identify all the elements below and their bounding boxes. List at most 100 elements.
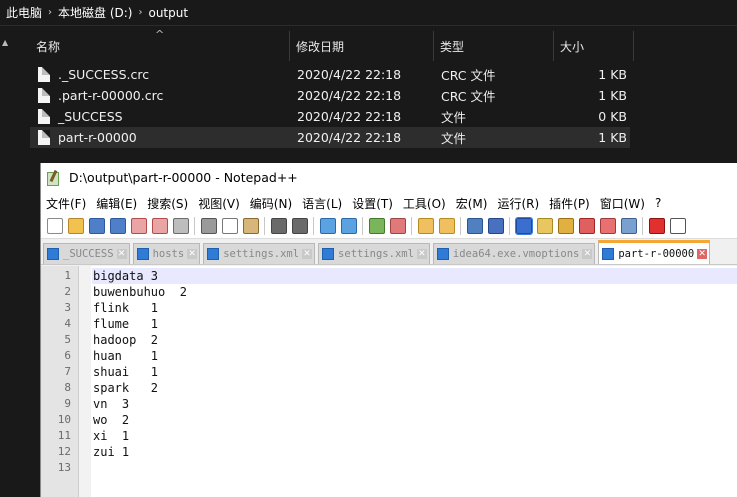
column-header-size[interactable]: 大小 <box>554 31 634 61</box>
code-line[interactable]: bigdata 3 <box>92 268 737 284</box>
file-icon <box>38 88 50 103</box>
breadcrumb-local-disk-d[interactable]: 本地磁盘 (D:) <box>58 4 132 21</box>
column-header-name[interactable]: 名称 <box>30 31 290 61</box>
line-number: 13 <box>57 461 71 474</box>
menu-item[interactable]: 搜索(S) <box>147 195 188 212</box>
menu-item[interactable]: 编辑(E) <box>96 195 137 212</box>
menu-item[interactable]: 文件(F) <box>46 195 86 212</box>
menu-bar: 文件(F) 编辑(E) 搜索(S) 视图(V) 编码(N) 语言(L) 设置(T) 工具(O)… <box>41 192 737 214</box>
stop-record-icon[interactable] <box>669 218 686 234</box>
sync-horizontal-icon[interactable] <box>438 218 455 234</box>
chevron-right-icon[interactable]: › <box>48 7 52 18</box>
toolbar-separator <box>411 217 412 235</box>
tab-close-icon[interactable]: ✕ <box>697 248 708 259</box>
file-saved-icon <box>322 248 335 260</box>
column-header-date[interactable]: 修改日期 <box>290 31 434 61</box>
code-line[interactable]: xi 1 <box>92 428 737 444</box>
code-line[interactable]: flink 1 <box>92 300 737 316</box>
print-icon[interactable] <box>172 218 189 234</box>
code-line[interactable]: shuai 1 <box>92 364 737 380</box>
toolbar-separator <box>264 217 265 235</box>
copy-icon[interactable] <box>221 218 238 234</box>
code-line[interactable]: huan 1 <box>92 348 737 364</box>
file-date: 2020/4/22 22:18 <box>297 88 402 103</box>
tab-label: idea64.exe.vmoptions <box>452 248 580 260</box>
chevron-right-icon[interactable]: › <box>138 7 142 18</box>
document-tab[interactable]: hosts ✕ <box>132 243 201 264</box>
document-tab[interactable]: _SUCCESS ✕ <box>43 243 130 264</box>
menu-item[interactable]: ? <box>655 196 661 210</box>
undo-icon[interactable] <box>270 218 287 234</box>
window-title: D:\output\part-r-00000 - Notepad++ <box>69 170 298 185</box>
indent-guide-icon[interactable] <box>514 217 533 235</box>
file-row[interactable]: .part-r-00000.crc 2020/4/22 22:18 CRC 文件 1 … <box>30 85 630 106</box>
close-icon[interactable] <box>130 218 147 234</box>
document-tab[interactable]: settings.xml ✕ <box>203 243 316 264</box>
function-list-icon[interactable] <box>578 218 595 234</box>
code-line[interactable]: wo 2 <box>92 412 737 428</box>
file-explorer-window: 此电脑 › 本地磁盘 (D:) › output ▲ ^ 名称 修改日期 类型 … <box>0 0 737 160</box>
tab-close-icon[interactable]: ✕ <box>416 249 427 259</box>
text-editor[interactable]: 1 2 3 4 5 6 7 8 9 10 11 12 13 bigdata 3 buwenbuhuo 2f… <box>41 266 737 497</box>
document-tab[interactable]: settings.xml ✕ <box>318 243 430 264</box>
file-row[interactable]: ._SUCCESS.crc 2020/4/22 22:18 CRC 文件 1 KB <box>30 64 630 85</box>
code-line[interactable]: buwenbuhuo 2 <box>92 284 737 300</box>
menu-item[interactable]: 编码(N) <box>250 195 292 212</box>
menu-item[interactable]: 工具(O) <box>403 195 446 212</box>
zoom-in-icon[interactable] <box>368 218 385 234</box>
tab-close-icon[interactable]: ✕ <box>116 249 127 259</box>
file-row[interactable]: part-r-00000 2020/4/22 22:18 文件 1 KB <box>30 127 630 148</box>
open-file-icon[interactable] <box>67 218 84 234</box>
document-map-icon[interactable] <box>557 218 574 234</box>
menu-item[interactable]: 宏(M) <box>456 195 488 212</box>
notepad-app-icon <box>47 169 61 186</box>
word-wrap-icon[interactable] <box>466 218 483 234</box>
code-line[interactable]: hadoop 2 <box>92 332 737 348</box>
save-icon[interactable] <box>88 218 105 234</box>
zoom-out-icon[interactable] <box>389 218 406 234</box>
tab-close-icon[interactable]: ✕ <box>582 249 593 259</box>
tab-close-icon[interactable]: ✕ <box>302 249 313 259</box>
show-all-chars-icon[interactable] <box>487 218 504 234</box>
file-row[interactable]: _SUCCESS 2020/4/22 22:18 文件 0 KB <box>30 106 630 127</box>
record-macro-icon[interactable] <box>648 218 665 234</box>
document-tab[interactable]: idea64.exe.vmoptions ✕ <box>432 243 596 264</box>
replace-icon[interactable] <box>340 218 357 234</box>
code-line[interactable]: zui 1 <box>92 444 737 460</box>
line-number: 3 <box>64 301 71 314</box>
menu-item[interactable]: 设置(T) <box>352 195 393 212</box>
file-type: 文件 <box>441 131 467 146</box>
menu-item[interactable]: 插件(P) <box>549 195 590 212</box>
breadcrumb-output[interactable]: output <box>148 6 188 20</box>
column-header-type[interactable]: 类型 <box>434 31 554 61</box>
cut-icon[interactable] <box>200 218 217 234</box>
code-line[interactable] <box>92 460 737 476</box>
menu-item[interactable]: 视图(V) <box>198 195 240 212</box>
tab-label: _SUCCESS <box>63 248 114 260</box>
menu-item[interactable]: 语言(L) <box>302 195 342 212</box>
menu-item[interactable]: 运行(R) <box>497 195 539 212</box>
folder-workspace-icon[interactable] <box>599 218 616 234</box>
code-line[interactable]: flume 1 <box>92 316 737 332</box>
redo-icon[interactable] <box>291 218 308 234</box>
tab-close-icon[interactable]: ✕ <box>187 249 198 259</box>
code-line[interactable]: spark 2 <box>92 380 737 396</box>
document-tab[interactable]: part-r-00000 ✕ <box>598 240 711 264</box>
window-title-bar[interactable]: D:\output\part-r-00000 - Notepad++ <box>41 163 737 192</box>
new-file-icon[interactable] <box>46 218 63 234</box>
code-line[interactable]: vn 3 <box>92 396 737 412</box>
file-name: ._SUCCESS.crc <box>58 67 150 82</box>
file-size: 0 KB <box>598 109 627 124</box>
monitoring-icon[interactable] <box>620 218 637 234</box>
line-number: 11 <box>57 429 71 442</box>
sync-vertical-icon[interactable] <box>417 218 434 234</box>
user-language-icon[interactable] <box>536 218 553 234</box>
find-icon[interactable] <box>319 218 336 234</box>
menu-item[interactable]: 窗口(W) <box>600 195 645 212</box>
save-all-icon[interactable] <box>109 218 126 234</box>
close-all-icon[interactable] <box>151 218 168 234</box>
breadcrumb-this-pc[interactable]: 此电脑 <box>6 4 42 21</box>
scroll-up-arrow-icon[interactable]: ▲ <box>2 38 8 47</box>
paste-icon[interactable] <box>242 218 259 234</box>
line-number: 4 <box>64 317 71 330</box>
